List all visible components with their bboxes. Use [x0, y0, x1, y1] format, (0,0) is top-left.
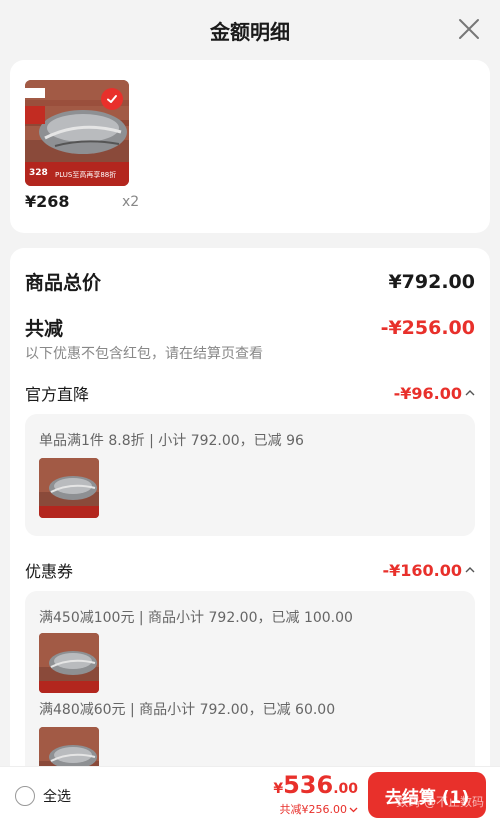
image-price-badge: 328: [29, 168, 48, 178]
official-discount-desc: 单品满1件 8.8折 | 小计 792.00，已减 96: [39, 433, 304, 449]
coupon-item-desc: 满480减60元 | 商品小计 792.00，已减 60.00: [39, 702, 336, 718]
discount-row: 共减 -¥256.00: [25, 314, 475, 341]
official-discount-detail: 单品满1件 8.8折 | 小计 792.00，已减 96: [25, 414, 475, 536]
discount-value: -¥256.00: [380, 316, 475, 339]
checkout-button[interactable]: 去结算 (1): [368, 772, 486, 818]
close-icon[interactable]: [456, 16, 482, 42]
saved-amount-toggle[interactable]: 共减¥256.00: [273, 801, 358, 817]
official-discount-label: 官方直降: [25, 385, 90, 404]
bottom-bar: 全选 ¥536.00 共减¥256.00 去结算 (1) 数码 @不止数码: [0, 766, 500, 820]
chevron-down-icon: [349, 803, 358, 816]
chevron-up-icon[interactable]: [465, 566, 475, 574]
saved-amount: 共减¥256.00: [279, 803, 348, 816]
select-all-label: 全选: [43, 789, 71, 805]
selected-check-icon[interactable]: [101, 88, 123, 110]
coupon-row[interactable]: 优惠券 -¥160.00: [25, 558, 475, 582]
coupon-item-desc: 满450减100元 | 商品小计 792.00，已减 100.00: [39, 610, 353, 626]
product-card: 328 PLUS至高再享88折 ¥268 x2: [10, 60, 490, 233]
official-discount-value: -¥96.00: [393, 383, 462, 403]
coupon-value: -¥160.00: [382, 560, 462, 580]
official-discount-row[interactable]: 官方直降 -¥96.00: [25, 381, 475, 405]
sheet-title: 金额明细: [210, 19, 290, 44]
sheet-header: 金额明细: [0, 0, 500, 60]
product-image[interactable]: 328 PLUS至高再享88折: [25, 80, 129, 186]
total-price-value: ¥792.00: [388, 270, 475, 293]
select-all-radio[interactable]: [15, 786, 35, 806]
details-card: 商品总价 ¥792.00 共减 -¥256.00 以下优惠不包含红包，请在结算页…: [10, 248, 490, 820]
total-price-row: 商品总价 ¥792.00: [25, 268, 475, 295]
image-promo-text: PLUS至高再享88折: [55, 171, 117, 179]
select-all-toggle[interactable]: 全选: [15, 786, 71, 806]
coupon-label: 优惠券: [25, 562, 74, 581]
chevron-up-icon[interactable]: [465, 389, 475, 397]
price-detail-sheet: 金额明细 328 PLUS至高再享88折 ¥268 x2 商品总价 ¥792.0…: [0, 0, 500, 820]
total-summary: ¥536.00 共减¥256.00: [273, 773, 358, 817]
total-amount: ¥536.00: [273, 771, 358, 799]
product-thumbnail: [39, 633, 99, 693]
total-price-label: 商品总价: [25, 272, 102, 294]
product-thumbnail: [39, 458, 99, 518]
product-price: ¥268: [25, 192, 70, 211]
discount-label: 共减: [25, 318, 64, 340]
product-quantity: x2: [122, 194, 140, 210]
discount-note: 以下优惠不包含红包，请在结算页查看: [25, 346, 263, 362]
